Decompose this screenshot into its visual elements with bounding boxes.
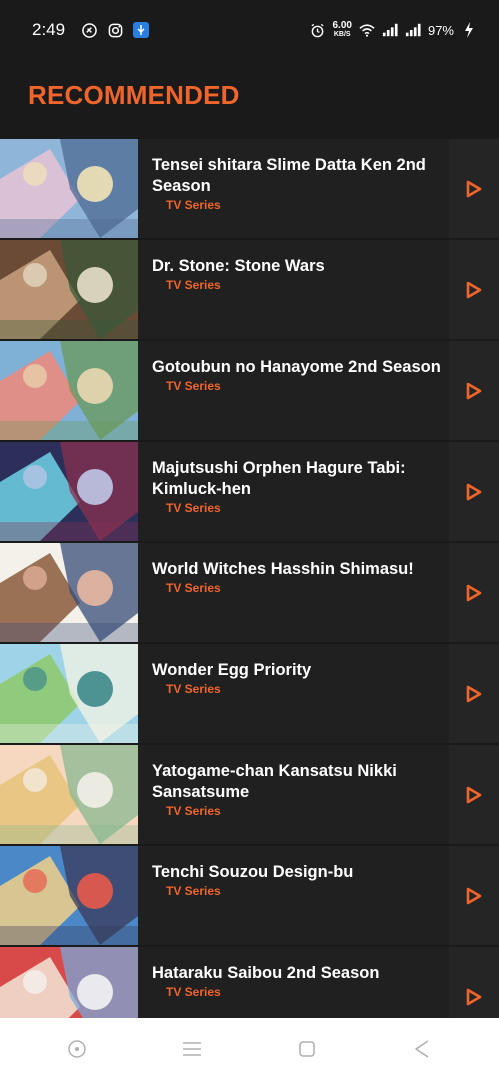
item-type-label: TV Series <box>166 198 221 212</box>
item-info[interactable]: Tensei shitara Slime Datta Ken 2nd Seaso… <box>138 139 449 238</box>
play-icon <box>466 685 482 702</box>
status-bar: 2:49 6.00 KB/S 97% <box>0 0 499 60</box>
item-info[interactable]: World Witches Hasshin Shimasu! TV Series <box>138 543 449 642</box>
list-item[interactable]: Yatogame-chan Kansatsu Nikki Sansatsume T… <box>0 745 499 844</box>
play-button[interactable] <box>449 341 499 440</box>
poster-image <box>0 745 138 844</box>
list-item[interactable]: Majutsushi Orphen Hagure Tabi: Kimluck-h… <box>0 442 499 541</box>
circle-dot-icon <box>68 1040 87 1058</box>
system-nav-bar <box>0 1018 499 1080</box>
item-type-label: TV Series <box>166 682 221 696</box>
play-icon <box>466 180 482 197</box>
play-button[interactable] <box>449 543 499 642</box>
page-title: RECOMMENDED <box>28 80 240 110</box>
item-title: Hataraku Saibou 2nd Season <box>152 964 380 982</box>
list-item[interactable]: Tenchi Souzou Design-bu TV Series <box>0 846 499 945</box>
usb-icon <box>133 22 150 38</box>
signal-icon-2 <box>405 22 421 38</box>
item-type-label: TV Series <box>166 581 221 595</box>
network-speed: 6.00 KB/S <box>333 21 352 39</box>
poster-image <box>0 139 138 238</box>
item-type-label: TV Series <box>166 804 221 818</box>
back-button[interactable] <box>402 1029 442 1069</box>
item-title: Tensei shitara Slime Datta Ken 2nd Seaso… <box>152 156 426 195</box>
instagram-icon <box>107 22 123 38</box>
poster-thumbnail[interactable] <box>0 745 138 844</box>
poster-image <box>0 240 138 339</box>
home-button[interactable] <box>287 1029 327 1069</box>
list-item[interactable]: World Witches Hasshin Shimasu! TV Series <box>0 543 499 642</box>
item-info[interactable]: Yatogame-chan Kansatsu Nikki Sansatsume T… <box>138 745 449 844</box>
play-icon <box>466 988 482 1005</box>
poster-image <box>0 341 138 440</box>
back-triangle-icon <box>414 1040 429 1058</box>
play-button[interactable] <box>449 745 499 844</box>
poster-thumbnail[interactable] <box>0 543 138 642</box>
play-button[interactable] <box>449 846 499 945</box>
play-icon <box>466 483 482 500</box>
square-icon <box>299 1041 315 1057</box>
poster-thumbnail[interactable] <box>0 644 138 743</box>
poster-image <box>0 442 138 541</box>
poster-thumbnail[interactable] <box>0 341 138 440</box>
item-info[interactable]: Tenchi Souzou Design-bu TV Series <box>138 846 449 945</box>
item-info[interactable]: Wonder Egg Priority TV Series <box>138 644 449 743</box>
item-info[interactable]: Dr. Stone: Stone Wars TV Series <box>138 240 449 339</box>
item-title: Majutsushi Orphen Hagure Tabi: Kimluck-h… <box>152 459 406 498</box>
poster-thumbnail[interactable] <box>0 442 138 541</box>
item-type-label: TV Series <box>166 884 221 898</box>
poster-thumbnail[interactable] <box>0 139 138 238</box>
play-button[interactable] <box>449 644 499 743</box>
recommended-list: Tensei shitara Slime Datta Ken 2nd Seaso… <box>0 139 499 1048</box>
play-icon <box>466 281 482 298</box>
poster-thumbnail[interactable] <box>0 240 138 339</box>
play-button[interactable] <box>449 240 499 339</box>
poster-thumbnail[interactable] <box>0 846 138 945</box>
wifi-icon <box>359 22 375 38</box>
network-speed-value: 6.00 <box>332 20 352 31</box>
shazam-icon <box>81 22 97 38</box>
item-title: Gotoubun no Hanayome 2nd Season <box>152 358 441 376</box>
alarm-icon <box>310 22 326 38</box>
item-title: Dr. Stone: Stone Wars <box>152 257 325 275</box>
battery-percent: 97% <box>427 22 454 38</box>
item-info[interactable]: Majutsushi Orphen Hagure Tabi: Kimluck-h… <box>138 442 449 541</box>
play-button[interactable] <box>449 139 499 238</box>
play-icon <box>466 584 482 601</box>
item-type-label: TV Series <box>166 379 221 393</box>
item-title: Yatogame-chan Kansatsu Nikki Sansatsume <box>152 762 397 801</box>
signal-icon-1 <box>382 22 398 38</box>
play-icon <box>466 887 482 904</box>
play-icon <box>466 382 482 399</box>
charging-icon <box>461 22 477 38</box>
item-info[interactable]: Gotoubun no Hanayome 2nd Season TV Series <box>138 341 449 440</box>
play-button[interactable] <box>449 442 499 541</box>
item-type-label: TV Series <box>166 501 221 515</box>
item-title: Tenchi Souzou Design-bu <box>152 863 354 881</box>
list-item[interactable]: Dr. Stone: Stone Wars TV Series <box>0 240 499 339</box>
menu-button[interactable] <box>172 1029 212 1069</box>
list-item[interactable]: Wonder Egg Priority TV Series <box>0 644 499 743</box>
item-type-label: TV Series <box>166 985 221 999</box>
list-item[interactable]: Tensei shitara Slime Datta Ken 2nd Seaso… <box>0 139 499 238</box>
assistant-button[interactable] <box>57 1029 97 1069</box>
poster-image <box>0 644 138 743</box>
item-title: World Witches Hasshin Shimasu! <box>152 560 414 578</box>
network-speed-unit: KB/S <box>333 31 351 38</box>
item-title: Wonder Egg Priority <box>152 661 312 679</box>
poster-image <box>0 846 138 945</box>
item-type-label: TV Series <box>166 278 221 292</box>
play-icon <box>466 786 482 803</box>
clock: 2:49 <box>32 20 66 39</box>
list-item[interactable]: Gotoubun no Hanayome 2nd Season TV Series <box>0 341 499 440</box>
menu-icon <box>183 1042 202 1056</box>
poster-image <box>0 543 138 642</box>
